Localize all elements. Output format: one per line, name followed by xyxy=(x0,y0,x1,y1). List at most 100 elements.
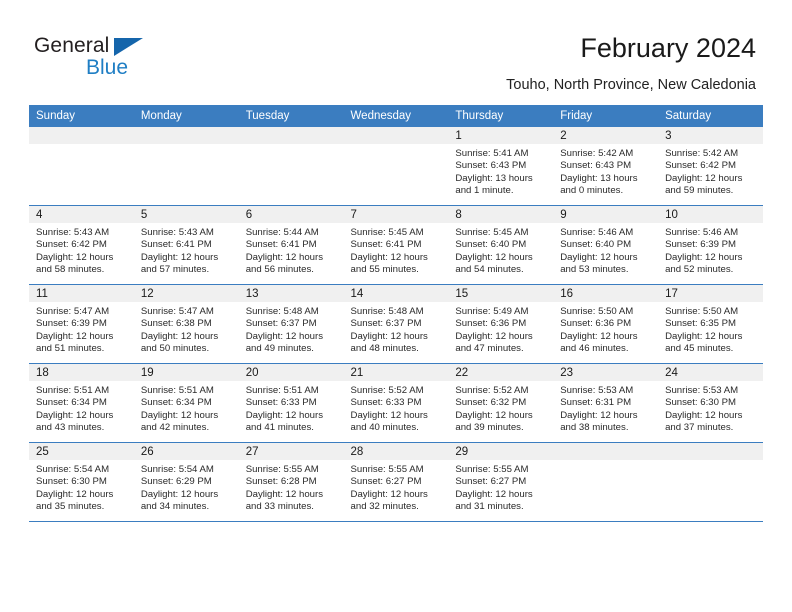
calendar-day-cell[interactable]: 6 Sunrise: 5:44 AM Sunset: 6:41 PM Daylight… xyxy=(238,205,344,285)
sunset-text: Sunset: 6:39 PM xyxy=(36,318,107,330)
day-cell-content: 26 Sunrise: 5:54 AM Sunset: 6:29 PM Dayligh… xyxy=(133,443,239,521)
daylight-text-line2: and 56 minutes. xyxy=(245,264,314,276)
sunset-text: Sunset: 6:29 PM xyxy=(140,476,212,488)
weekday-header-tuesday: Tuesday xyxy=(238,105,344,127)
calendar-day-cell[interactable]: 1 Sunrise: 5:41 AM Sunset: 6:43 PM Daylight… xyxy=(448,127,554,206)
calendar-day-cell[interactable]: 13 Sunrise: 5:48 AM Sunset: 6:37 PM Dayligh… xyxy=(238,284,344,364)
day-cell-content xyxy=(553,443,659,521)
calendar-day-cell[interactable]: 5 Sunrise: 5:43 AM Sunset: 6:41 PM Daylight… xyxy=(133,205,239,285)
day-number: 10 xyxy=(658,206,763,223)
calendar-day-cell[interactable]: 14 Sunrise: 5:48 AM Sunset: 6:37 PM Dayligh… xyxy=(343,284,449,364)
day-info: Sunrise: 5:52 AM Sunset: 6:32 PM Daylight:… xyxy=(448,381,553,435)
calendar-day-cell[interactable]: 28 Sunrise: 5:55 AM Sunset: 6:27 PM Dayligh… xyxy=(343,442,449,522)
day-cell-content: 18 Sunrise: 5:51 AM Sunset: 6:34 PM Dayligh… xyxy=(29,364,134,442)
day-cell-content: 12 Sunrise: 5:47 AM Sunset: 6:38 PM Dayligh… xyxy=(133,285,239,363)
calendar-week-row: 25 Sunrise: 5:54 AM Sunset: 6:30 PM Dayligh… xyxy=(29,442,763,522)
calendar-day-cell[interactable]: 20 Sunrise: 5:51 AM Sunset: 6:33 PM Dayligh… xyxy=(238,363,344,443)
calendar-day-cell[interactable]: 4 Sunrise: 5:43 AM Sunset: 6:42 PM Daylight… xyxy=(29,205,134,285)
calendar-day-cell[interactable]: 17 Sunrise: 5:50 AM Sunset: 6:35 PM Dayligh… xyxy=(658,284,763,364)
day-number: 22 xyxy=(448,364,554,381)
day-info: Sunrise: 5:55 AM Sunset: 6:27 PM Daylight:… xyxy=(448,460,553,514)
daylight-text-line1: Daylight: 12 hours xyxy=(245,330,324,342)
calendar-day-cell[interactable]: 29 Sunrise: 5:55 AM Sunset: 6:27 PM Dayligh… xyxy=(448,442,554,522)
calendar-day-cell[interactable]: 3 Sunrise: 5:42 AM Sunset: 6:42 PM Daylight… xyxy=(658,127,763,206)
calendar-day-cell[interactable]: 24 Sunrise: 5:53 AM Sunset: 6:30 PM Dayligh… xyxy=(658,363,763,443)
sunset-text: Sunset: 6:27 PM xyxy=(455,476,527,488)
day-number: 21 xyxy=(343,364,449,381)
day-cell-content: 17 Sunrise: 5:50 AM Sunset: 6:35 PM Dayligh… xyxy=(658,285,763,363)
daylight-text-line1: Daylight: 12 hours xyxy=(140,409,219,421)
day-cell-content: 3 Sunrise: 5:42 AM Sunset: 6:42 PM Daylight… xyxy=(658,127,763,205)
calendar-day-cell[interactable]: 18 Sunrise: 5:51 AM Sunset: 6:34 PM Dayligh… xyxy=(29,363,134,443)
calendar-day-cell[interactable]: 15 Sunrise: 5:49 AM Sunset: 6:36 PM Dayligh… xyxy=(448,284,554,364)
sunrise-text: Sunrise: 5:49 AM xyxy=(455,306,529,317)
calendar-body: 1 Sunrise: 5:41 AM Sunset: 6:43 PM Daylight… xyxy=(29,127,763,522)
day-info: Sunrise: 5:42 AM Sunset: 6:43 PM Daylight:… xyxy=(553,144,658,198)
calendar-day-cell[interactable]: 19 Sunrise: 5:51 AM Sunset: 6:34 PM Dayligh… xyxy=(133,363,239,443)
calendar-day-cell[interactable]: 11 Sunrise: 5:47 AM Sunset: 6:39 PM Dayligh… xyxy=(29,284,134,364)
daylight-text-line1: Daylight: 12 hours xyxy=(140,251,219,263)
daylight-text-line1: Daylight: 12 hours xyxy=(350,330,428,342)
weekday-header-sunday: Sunday xyxy=(29,105,134,127)
sunrise-text: Sunrise: 5:53 AM xyxy=(665,385,739,396)
day-cell-content: 20 Sunrise: 5:51 AM Sunset: 6:33 PM Dayligh… xyxy=(238,364,344,442)
calendar-day-cell[interactable]: 7 Sunrise: 5:45 AM Sunset: 6:41 PM Daylight… xyxy=(343,205,449,285)
calendar-day-cell[interactable]: 25 Sunrise: 5:54 AM Sunset: 6:30 PM Dayligh… xyxy=(29,442,134,522)
calendar-day-cell[interactable]: 10 Sunrise: 5:46 AM Sunset: 6:39 PM Dayligh… xyxy=(658,205,763,285)
weekday-header-saturday: Saturday xyxy=(658,105,763,127)
day-cell-content xyxy=(133,127,239,205)
daylight-text-line2: and 42 minutes. xyxy=(140,422,210,434)
calendar-day-cell[interactable]: 26 Sunrise: 5:54 AM Sunset: 6:29 PM Dayligh… xyxy=(133,442,239,522)
sunrise-text: Sunrise: 5:42 AM xyxy=(665,148,739,159)
day-info: Sunrise: 5:54 AM Sunset: 6:29 PM Daylight:… xyxy=(134,460,239,514)
day-number: 13 xyxy=(238,285,344,302)
day-info: Sunrise: 5:54 AM Sunset: 6:30 PM Daylight:… xyxy=(29,460,134,514)
day-info: Sunrise: 5:50 AM Sunset: 6:35 PM Daylight:… xyxy=(658,302,763,356)
calendar-empty-cell xyxy=(29,127,134,206)
sunset-text: Sunset: 6:37 PM xyxy=(350,318,422,330)
daylight-text-line1: Daylight: 12 hours xyxy=(560,330,638,342)
day-number: 16 xyxy=(553,285,659,302)
calendar-day-cell[interactable]: 22 Sunrise: 5:52 AM Sunset: 6:32 PM Dayligh… xyxy=(448,363,554,443)
daylight-text-line2: and 38 minutes. xyxy=(560,422,629,434)
weekday-header-wednesday: Wednesday xyxy=(343,105,449,127)
daylight-text-line2: and 47 minutes. xyxy=(455,343,524,355)
daylight-text-line2: and 59 minutes. xyxy=(665,185,734,197)
sunrise-text: Sunrise: 5:51 AM xyxy=(140,385,214,396)
day-number xyxy=(553,443,659,460)
calendar-day-cell[interactable]: 2 Sunrise: 5:42 AM Sunset: 6:43 PM Daylight… xyxy=(553,127,659,206)
daylight-text-line2: and 33 minutes. xyxy=(245,501,314,513)
day-number: 6 xyxy=(238,206,344,223)
calendar-day-cell[interactable]: 12 Sunrise: 5:47 AM Sunset: 6:38 PM Dayligh… xyxy=(133,284,239,364)
daylight-text-line2: and 55 minutes. xyxy=(350,264,419,276)
day-info: Sunrise: 5:45 AM Sunset: 6:41 PM Daylight:… xyxy=(344,223,449,277)
day-cell-content: 21 Sunrise: 5:52 AM Sunset: 6:33 PM Dayligh… xyxy=(343,364,449,442)
calendar-day-cell[interactable]: 27 Sunrise: 5:55 AM Sunset: 6:28 PM Dayligh… xyxy=(238,442,344,522)
sunrise-text: Sunrise: 5:54 AM xyxy=(140,464,214,475)
day-cell-content: 22 Sunrise: 5:52 AM Sunset: 6:32 PM Dayligh… xyxy=(448,364,554,442)
day-cell-content: 14 Sunrise: 5:48 AM Sunset: 6:37 PM Dayligh… xyxy=(343,285,449,363)
day-number: 1 xyxy=(448,127,554,144)
daylight-text-line2: and 35 minutes. xyxy=(36,501,105,513)
day-info: Sunrise: 5:48 AM Sunset: 6:37 PM Daylight:… xyxy=(344,302,449,356)
calendar-day-cell[interactable]: 8 Sunrise: 5:45 AM Sunset: 6:40 PM Daylight… xyxy=(448,205,554,285)
daylight-text-line1: Daylight: 13 hours xyxy=(455,172,533,184)
day-number: 12 xyxy=(133,285,239,302)
sunset-text: Sunset: 6:27 PM xyxy=(350,476,422,488)
calendar-day-cell[interactable]: 9 Sunrise: 5:46 AM Sunset: 6:40 PM Daylight… xyxy=(553,205,659,285)
day-cell-content: 2 Sunrise: 5:42 AM Sunset: 6:43 PM Daylight… xyxy=(553,127,659,205)
calendar-day-cell[interactable]: 23 Sunrise: 5:53 AM Sunset: 6:31 PM Dayligh… xyxy=(553,363,659,443)
day-cell-content: 27 Sunrise: 5:55 AM Sunset: 6:28 PM Dayligh… xyxy=(238,443,344,521)
day-cell-content xyxy=(343,127,449,205)
calendar-day-cell[interactable]: 16 Sunrise: 5:50 AM Sunset: 6:36 PM Dayligh… xyxy=(553,284,659,364)
day-cell-content: 9 Sunrise: 5:46 AM Sunset: 6:40 PM Daylight… xyxy=(553,206,659,284)
daylight-text-line1: Daylight: 12 hours xyxy=(36,409,114,421)
sunrise-text: Sunrise: 5:45 AM xyxy=(350,227,424,238)
day-info: Sunrise: 5:48 AM Sunset: 6:37 PM Daylight:… xyxy=(239,302,344,356)
day-info: Sunrise: 5:47 AM Sunset: 6:38 PM Daylight:… xyxy=(134,302,239,356)
weekday-header-friday: Friday xyxy=(553,105,659,127)
daylight-text-line1: Daylight: 12 hours xyxy=(36,488,114,500)
calendar-day-cell[interactable]: 21 Sunrise: 5:52 AM Sunset: 6:33 PM Dayligh… xyxy=(343,363,449,443)
day-number: 26 xyxy=(133,443,239,460)
day-number xyxy=(658,443,763,460)
